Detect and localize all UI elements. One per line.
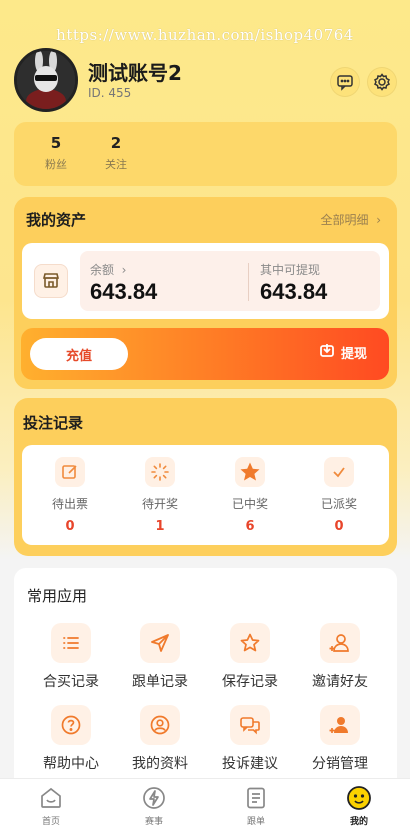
app-item-my-profile[interactable]: 我的资料 [115, 705, 205, 773]
bet-label: 待出票 [51, 497, 88, 511]
user-id: ID. 455 [88, 86, 132, 100]
bet-records-card: 投注记录 待出票 0 待开奖 1 已中奖 6 已派奖 0 [14, 398, 397, 556]
assets-card: 我的资产 全部明细 › 余额 › 643.84 其中可提现 643.84 充值 [14, 197, 397, 389]
app-item-complaints[interactable]: 投诉建议 [205, 705, 295, 773]
balance-panel: 余额 › 643.84 其中可提现 643.84 [80, 251, 380, 311]
loading-icon [145, 457, 175, 487]
app-label: 合买记录 [43, 674, 99, 690]
bet-label: 已中奖 [231, 497, 268, 511]
bet-label: 待开奖 [141, 497, 178, 511]
bet-count: 0 [334, 519, 344, 534]
bet-item-pending-ticket[interactable]: 待出票 0 [35, 457, 105, 534]
add-user-icon [320, 623, 360, 663]
home-icon [21, 785, 81, 811]
avatar[interactable] [14, 48, 78, 112]
action-bar: 充值 提现 [21, 328, 389, 380]
bet-count: 0 [65, 519, 75, 534]
tab-label: 赛事 [144, 817, 163, 827]
bet-item-won[interactable]: 已中奖 6 [215, 457, 285, 534]
profile-icon [140, 705, 180, 745]
app-label: 帮助中心 [43, 756, 99, 772]
stat-value: 2 [110, 134, 122, 152]
withdraw-label: 提现 [340, 346, 367, 362]
stats-card: 5 粉丝 2 关注 [14, 122, 397, 186]
app-label: 我的资料 [132, 756, 188, 772]
stat-following[interactable]: 2 关注 [86, 134, 146, 172]
bet-label: 已派奖 [320, 497, 357, 511]
star-icon [235, 457, 265, 487]
stat-value: 5 [50, 134, 62, 152]
wallet-icon [34, 264, 68, 298]
assets-detail-label: 全部明细 [320, 213, 369, 227]
stat-fans[interactable]: 5 粉丝 [26, 134, 86, 172]
bet-item-paid[interactable]: 已派奖 0 [304, 457, 374, 534]
app-item-follow-records[interactable]: 跟单记录 [115, 623, 205, 691]
app-item-invite-friends[interactable]: 邀请好友 [295, 623, 385, 691]
tab-follow[interactable]: 跟单 [226, 785, 286, 827]
stat-label: 粉丝 [45, 158, 67, 171]
gear-icon[interactable] [367, 67, 397, 97]
app-label: 投诉建议 [222, 756, 278, 772]
send-icon [140, 623, 180, 663]
bet-count: 6 [245, 519, 255, 534]
tab-label: 首页 [41, 817, 60, 827]
bet-count: 1 [155, 519, 165, 534]
edit-icon [55, 457, 85, 487]
common-apps-card: 常用应用 合买记录 跟单记录 保存记录 邀请好友 帮助中心 我的资料 投诉建议 … [14, 568, 397, 780]
app-label: 跟单记录 [132, 674, 188, 690]
app-item-distribution[interactable]: 分销管理 [295, 705, 385, 773]
balance-label: 余额 [90, 263, 115, 277]
chevron-right-icon: › [372, 213, 381, 227]
tab-mine[interactable]: 我的 [329, 785, 389, 827]
app-label: 保存记录 [222, 674, 278, 690]
help-icon [51, 705, 91, 745]
app-item-help-center[interactable]: 帮助中心 [26, 705, 116, 773]
withdrawable-value: 643.84 [260, 279, 328, 304]
message-icon[interactable] [330, 67, 360, 97]
bet-records-box: 待出票 0 待开奖 1 已中奖 6 已派奖 0 [22, 445, 389, 545]
bet-records-title: 投注记录 [23, 414, 84, 432]
bet-item-pending-draw[interactable]: 待开奖 1 [125, 457, 195, 534]
star-outline-icon [230, 623, 270, 663]
chevron-right-icon: › [117, 263, 127, 277]
document-icon [226, 785, 286, 811]
withdrawable-label: 其中可提现 [260, 263, 321, 277]
app-label: 分销管理 [312, 756, 368, 772]
username: 测试账号2 [88, 61, 182, 85]
tab-label: 跟单 [246, 817, 265, 827]
chat-icon [230, 705, 270, 745]
mine-icon [329, 785, 389, 811]
assets-title: 我的资产 [26, 211, 87, 229]
check-icon [324, 457, 354, 487]
app-item-saved-records[interactable]: 保存记录 [205, 623, 295, 691]
common-apps-title: 常用应用 [27, 587, 88, 605]
bottom-tab-bar: 首页 赛事 跟单 我的 [0, 778, 410, 828]
lightning-icon [124, 785, 184, 811]
app-item-group-buy-records[interactable]: 合买记录 [26, 623, 116, 691]
divider [248, 263, 249, 301]
tab-label: 我的 [349, 817, 368, 827]
distribution-icon [320, 705, 360, 745]
watermark: https://www.huzhan.com/ishop40764 [56, 26, 354, 44]
balance-label-row[interactable]: 余额 › [90, 261, 126, 278]
list-icon [51, 623, 91, 663]
assets-detail-link[interactable]: 全部明细 › [321, 211, 381, 228]
tab-events[interactable]: 赛事 [124, 785, 184, 827]
recharge-button[interactable]: 充值 [30, 338, 128, 370]
balance-box: 余额 › 643.84 其中可提现 643.84 [22, 243, 389, 319]
balance-value: 643.84 [90, 279, 158, 304]
tab-home[interactable]: 首页 [21, 785, 81, 827]
withdraw-button[interactable]: 提现 [319, 342, 367, 362]
stat-label: 关注 [105, 158, 127, 171]
download-icon [319, 342, 335, 362]
app-label: 邀请好友 [312, 674, 368, 690]
